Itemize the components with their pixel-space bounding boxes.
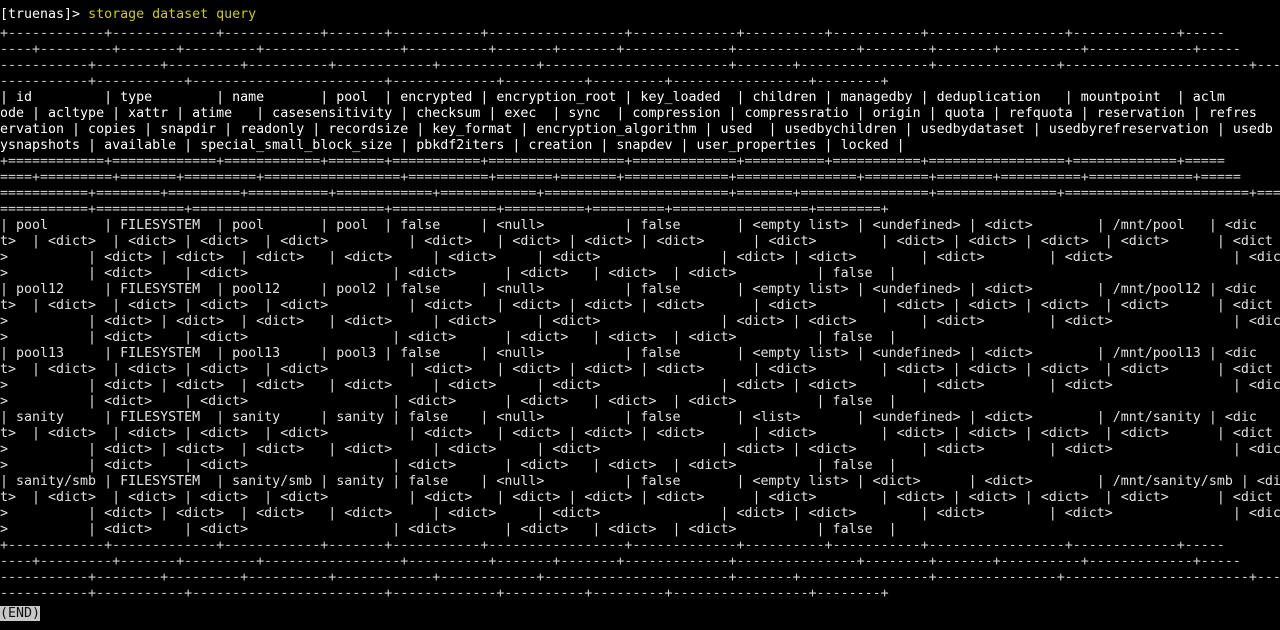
table-row-pool13-line-2: t> | <dict> | <dict> | <dict> | <dict> |… <box>0 362 1273 377</box>
separator-bottom-line-2: ----+---------+-------+---------+-------… <box>0 554 1241 569</box>
table-row-sanity-line-1: | sanity | FILESYSTEM | sanity | sanity … <box>0 410 1257 425</box>
table-row-sanity-line-3: > | <dict> | <dict> | <dict> | <dict> | … <box>0 442 1280 457</box>
table-row: | sanity/smb | FILESYSTEM | sanity/smb |… <box>0 474 1280 538</box>
separator-bottom-line-1: +------------+-------------+------------… <box>0 538 1225 553</box>
table-row-pool12-line-1: | pool12 | FILESYSTEM | pool12 | pool2 |… <box>0 282 1257 297</box>
table-row-sanity-smb-line-3: > | <dict> | <dict> | <dict> | <dict> | … <box>0 506 1280 521</box>
separator-top-line-4: -----------+-----------+----------------… <box>0 74 889 89</box>
pager-status[interactable]: (END) <box>0 605 41 622</box>
pager-end-label: (END) <box>0 606 41 621</box>
table-row-pool13-line-1: | pool13 | FILESYSTEM | pool13 | pool3 |… <box>0 346 1257 361</box>
header-line-2: ode | acltype | xattr | atime | casesens… <box>0 106 1257 121</box>
table-row-pool13-line-4: > | <dict> | <dict> | <dict> | <dict> | … <box>0 394 897 409</box>
prompt-host: [truenas]> <box>0 7 81 22</box>
table-row-pool-line-1: | pool | FILESYSTEM | pool | pool | fals… <box>0 218 1257 233</box>
separator-top-line-3: -----------+--------+---------+---------… <box>0 58 1280 73</box>
table-row-sanity-smb-line-2: t> | <dict> | <dict> | <dict> | <dict> |… <box>0 490 1273 505</box>
table-row-sanity-line-2: t> | <dict> | <dict> | <dict> | <dict> |… <box>0 426 1273 441</box>
table-row-pool-line-4: > | <dict> | <dict> | <dict> | <dict> | … <box>0 266 897 281</box>
table-row-pool-line-3: > | <dict> | <dict> | <dict> | <dict> | … <box>0 250 1280 265</box>
table-row: | pool13 | FILESYSTEM | pool13 | pool3 |… <box>0 346 1280 410</box>
terminal-screen[interactable]: [truenas]> storage dataset query +------… <box>0 0 1280 630</box>
table-row: | pool | FILESYSTEM | pool | pool | fals… <box>0 218 1280 282</box>
separator-mid-line-3: ===========+========+=========+=========… <box>0 186 1280 201</box>
table-row-sanity-smb-line-4: > | <dict> | <dict> | <dict> | <dict> | … <box>0 522 897 537</box>
table-row-pool12-line-2: t> | <dict> | <dict> | <dict> | <dict> |… <box>0 298 1273 313</box>
header-line-4: ysnapshots | available | special_small_b… <box>0 138 905 153</box>
table-row-pool-line-2: t> | <dict> | <dict> | <dict> | <dict> |… <box>0 234 1273 249</box>
prompt-line: [truenas]> storage dataset query <box>0 0 1280 26</box>
separator-mid-line-1: +============+=============+============… <box>0 154 1225 169</box>
table-row-sanity-line-4: > | <dict> | <dict> | <dict> | <dict> | … <box>0 458 897 473</box>
separator-bottom-line-3: -----------+--------+---------+---------… <box>0 570 1280 585</box>
separator-top-line-1: +------------+-------------+------------… <box>0 26 1225 41</box>
table-row-pool12-line-3: > | <dict> | <dict> | <dict> | <dict> | … <box>0 314 1280 329</box>
prompt-command: storage dataset query <box>88 7 257 22</box>
header-line-1: | id | type | name | pool | encrypted | … <box>0 90 1225 105</box>
table-row-pool12-line-4: > | <dict> | <dict> | <dict> | <dict> | … <box>0 330 897 345</box>
header-line-3: ervation | copies | snapdir | readonly |… <box>0 122 1273 137</box>
table-row-pool13-line-3: > | <dict> | <dict> | <dict> | <dict> | … <box>0 378 1280 393</box>
table-row: | pool12 | FILESYSTEM | pool12 | pool2 |… <box>0 282 1280 346</box>
table-row: | sanity | FILESYSTEM | sanity | sanity … <box>0 410 1280 474</box>
separator-mid-line-4: ===========+===========+================… <box>0 202 889 217</box>
table-row-sanity-smb-line-1: | sanity/smb | FILESYSTEM | sanity/smb |… <box>0 474 1280 489</box>
separator-top-line-2: ----+---------+-------+---------+-------… <box>0 42 1241 57</box>
separator-bottom-line-4: -----------+-----------+----------------… <box>0 586 889 601</box>
separator-mid-line-2: ====+=========+=======+=========+=======… <box>0 170 1241 185</box>
